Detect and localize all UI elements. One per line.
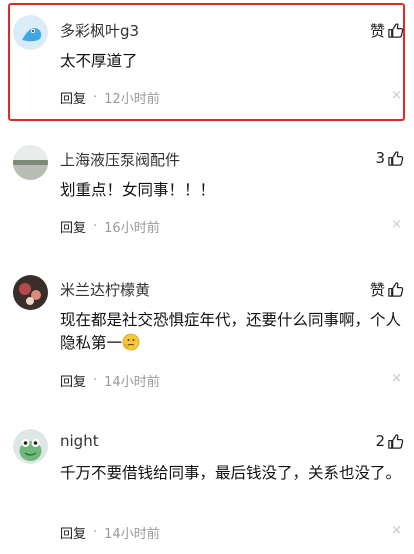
like-count: 2	[375, 432, 385, 450]
comment-text: 现在都是社交恐惧症年代，还要什么同事啊，个人隐私第一	[60, 309, 406, 355]
reply-button[interactable]: 回复	[60, 217, 86, 236]
separator: ·	[93, 525, 98, 540]
like-label: 赞	[369, 22, 385, 40]
like-button[interactable]: 3	[375, 149, 404, 167]
thumbs-up-icon	[387, 150, 404, 167]
separator: ·	[93, 90, 98, 105]
thumbs-up-icon	[387, 22, 404, 39]
like-count: 3	[375, 149, 385, 167]
separator: ·	[93, 219, 98, 234]
comment-meta: 回复 · 12小时前	[60, 88, 160, 107]
close-icon[interactable]: ×	[391, 88, 402, 103]
timestamp: 14小时前	[104, 527, 160, 542]
username[interactable]: 多彩枫叶g3	[60, 20, 139, 41]
username[interactable]: night	[60, 432, 99, 450]
thinking-emoji-icon	[122, 333, 140, 351]
avatar[interactable]	[13, 145, 48, 180]
like-button[interactable]: 赞	[370, 20, 404, 41]
comment-meta: 回复 · 14小时前	[60, 371, 160, 390]
timestamp: 12小时前	[104, 92, 160, 107]
reply-button[interactable]: 回复	[60, 523, 86, 542]
comment-text: 太不厚道了	[60, 52, 138, 70]
comment-meta: 回复 · 16小时前	[60, 217, 160, 236]
reply-button[interactable]: 回复	[60, 371, 86, 390]
comment-meta: 回复 · 14小时前	[60, 523, 160, 542]
comment-text: 千万不要借钱给同事，最后钱没了，关系也没了。	[60, 464, 402, 482]
timestamp: 14小时前	[104, 375, 160, 390]
username[interactable]: 米兰达柠檬黄	[60, 279, 150, 300]
close-icon[interactable]: ×	[391, 371, 402, 386]
reply-button[interactable]: 回复	[60, 88, 86, 107]
avatar[interactable]	[13, 275, 48, 310]
separator: ·	[93, 373, 98, 388]
like-button[interactable]: 2	[375, 432, 404, 450]
thumbs-up-icon	[387, 433, 404, 450]
like-label: 赞	[369, 281, 385, 299]
like-button[interactable]: 赞	[370, 279, 404, 300]
avatar[interactable]	[13, 429, 48, 464]
close-icon[interactable]: ×	[391, 523, 402, 538]
thumbs-up-icon	[387, 281, 404, 298]
timestamp: 16小时前	[104, 221, 160, 236]
close-icon[interactable]: ×	[391, 217, 402, 232]
avatar[interactable]	[13, 15, 48, 50]
comment-text-body: 现在都是社交恐惧症年代，还要什么同事啊，个人隐私第一	[60, 311, 402, 352]
username[interactable]: 上海液压泵阀配件	[60, 149, 180, 170]
comment-text: 划重点！女同事！！！	[60, 181, 216, 199]
